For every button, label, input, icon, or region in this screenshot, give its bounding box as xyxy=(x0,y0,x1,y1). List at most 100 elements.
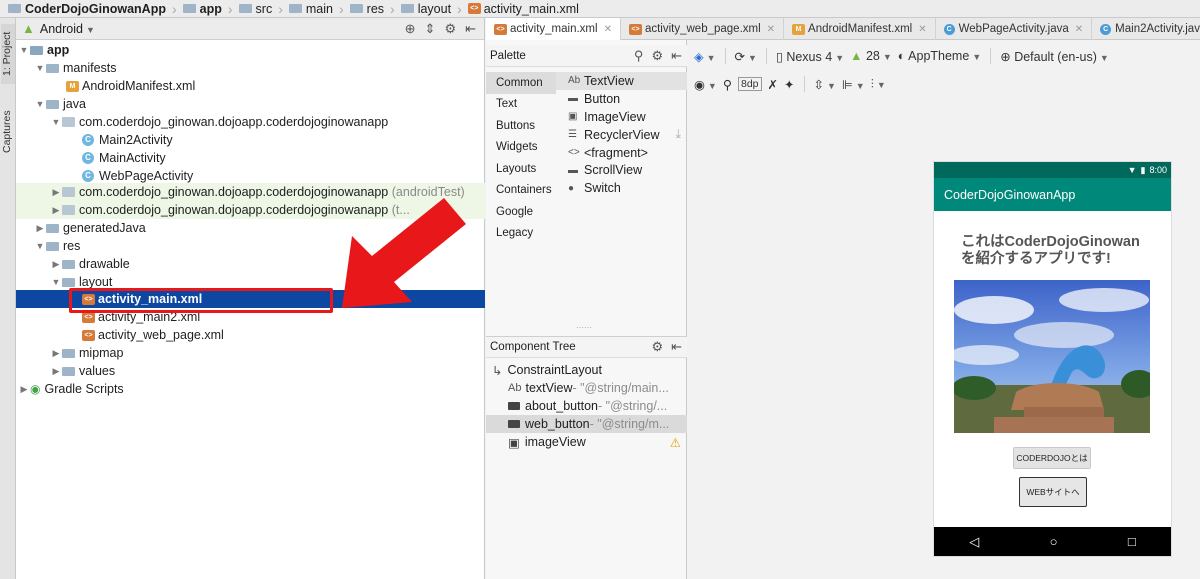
home-icon[interactable]: ○ xyxy=(1050,534,1058,549)
component-textview[interactable]: Ab textView - "@string/main... xyxy=(486,379,687,397)
hide-icon[interactable]: ⇤ xyxy=(671,339,682,355)
palette-category-google[interactable]: Google xyxy=(486,201,556,223)
close-icon[interactable]: ✕ xyxy=(918,24,926,35)
component-imageview[interactable]: ▣ imageView ⚠ xyxy=(486,433,687,451)
component-constraintlayout[interactable]: ↳ ConstraintLayout xyxy=(486,361,687,379)
project-tool-tab[interactable]: 1: Project xyxy=(1,24,15,84)
palette-category-legacy[interactable]: Legacy xyxy=(486,223,556,245)
infer-constraints-icon[interactable]: ✦ xyxy=(784,77,794,92)
pack-dropdown[interactable]: ⇳ ▼ xyxy=(814,77,836,92)
tree-item-gradle-scripts[interactable]: ▶ ◉ Gradle Scripts xyxy=(16,380,485,398)
device-dropdown[interactable]: ▯ Nexus 4 ▼ xyxy=(776,49,844,64)
breadcrumb-item-app[interactable]: app xyxy=(179,0,226,18)
locate-icon[interactable]: ⊕ xyxy=(405,21,416,37)
component-about-button[interactable]: about_button - "@string/... xyxy=(486,397,687,415)
api-dropdown[interactable]: ▲ 28 ▼ xyxy=(850,49,892,63)
tree-item-mipmap[interactable]: ▶ mipmap xyxy=(16,344,485,362)
tab-webpageactivity[interactable]: C WebPageActivity.java ✕ xyxy=(936,18,1093,40)
gear-icon[interactable]: ⚙ xyxy=(651,339,663,355)
palette-widget-switch[interactable]: ● Switch xyxy=(556,179,687,197)
web-button[interactable]: WEBサイトへ xyxy=(1019,477,1087,507)
back-icon[interactable]: ◁ xyxy=(969,534,979,550)
tree-item-app[interactable]: ▼ app xyxy=(16,41,485,59)
tree-item-manifest-file[interactable]: M AndroidManifest.xml xyxy=(16,77,485,95)
palette-category-widgets[interactable]: Widgets xyxy=(486,137,556,159)
palette-category-text[interactable]: Text xyxy=(486,94,556,116)
editor-tabs: <> activity_main.xml ✕ <> activity_web_page… xyxy=(486,18,1200,40)
gear-icon[interactable]: ⚙ xyxy=(444,21,456,37)
palette-widget-imageview[interactable]: ▣ ImageView xyxy=(556,108,687,126)
tab-main2activity[interactable]: CMain2Activity.java✕ xyxy=(1092,18,1200,40)
view-mode-dropdown[interactable]: Android ▼ xyxy=(40,22,95,36)
palette-widget-textview[interactable]: Ab TextView xyxy=(556,72,687,90)
tree-item-values[interactable]: ▶ values xyxy=(16,362,485,380)
tab-activity-web-page[interactable]: <> activity_web_page.xml ✕ xyxy=(621,18,785,40)
recents-icon[interactable]: □ xyxy=(1128,534,1136,549)
view-options-dropdown[interactable]: ◉ ▼ xyxy=(694,77,717,92)
guidelines-dropdown[interactable]: ⫶ ▼ xyxy=(871,77,886,92)
folder-icon xyxy=(46,63,59,73)
align-dropdown[interactable]: ⊫ ▼ xyxy=(842,77,865,92)
palette-widgets: Ab TextView ▬ Button ▣ ImageView ☰ RecyclerV… xyxy=(556,72,687,197)
device-preview[interactable]: ▼ ▮ 8:00 CoderDojoGinowanApp これはCoderDoj… xyxy=(934,162,1171,556)
palette-widget-button[interactable]: ▬ Button xyxy=(556,90,687,108)
collapsed-arrow-icon: ▶ xyxy=(52,204,60,215)
search-icon[interactable]: ⚲ xyxy=(634,48,644,64)
breadcrumb-item-res[interactable]: res xyxy=(346,0,388,18)
download-icon[interactable]: ⤓ xyxy=(675,127,681,142)
locale-dropdown[interactable]: ⊕ Default (en-us) ▼ xyxy=(1000,49,1109,64)
dropdown-arrow-icon: ▼ xyxy=(1099,52,1109,63)
gear-icon[interactable]: ⚙ xyxy=(651,48,663,64)
hide-icon[interactable]: ⇤ xyxy=(465,21,476,37)
orientation-dropdown[interactable]: ⟳ ▼ xyxy=(735,49,757,64)
chevron-right-icon: › xyxy=(171,0,177,17)
tree-item-manifests[interactable]: ▼ manifests xyxy=(16,59,485,77)
breadcrumb-item-layout[interactable]: layout xyxy=(397,0,455,18)
dropdown-arrow-icon: ▼ xyxy=(876,79,886,90)
expanded-arrow-icon: ▼ xyxy=(35,63,45,73)
palette-category-containers[interactable]: Containers xyxy=(486,180,556,202)
warning-icon[interactable]: ⚠ xyxy=(670,435,681,450)
breadcrumb-item-src[interactable]: src xyxy=(235,0,277,18)
class-icon: C xyxy=(82,134,94,146)
tree-item-activity-web-page[interactable]: <> activity_web_page.xml xyxy=(16,326,485,344)
breadcrumb-item-project[interactable]: CoderDojoGinowanApp xyxy=(4,0,170,18)
chevron-right-icon: › xyxy=(457,0,462,17)
palette-category-buttons[interactable]: Buttons xyxy=(486,115,556,137)
splitter-handle[interactable]: ⋯⋯ xyxy=(576,323,592,332)
palette-widget-fragment[interactable]: <> <fragment> xyxy=(556,144,687,162)
main-textview[interactable]: これはCoderDojoGinowanを紹介するアプリです! xyxy=(961,234,1151,268)
captures-tool-tab[interactable]: Captures xyxy=(1,102,15,162)
tab-activity-main[interactable]: <> activity_main.xml ✕ xyxy=(486,18,621,40)
folder-icon xyxy=(62,366,75,376)
palette-category-common[interactable]: Common xyxy=(486,72,556,94)
tree-item-java[interactable]: ▼ java xyxy=(16,95,485,113)
palette-widget-recyclerview[interactable]: ☰ RecyclerView ⤓ xyxy=(556,126,687,144)
close-icon[interactable]: ✕ xyxy=(1075,24,1083,35)
about-button[interactable]: CODERDOJOとは xyxy=(1013,447,1091,469)
hide-icon[interactable]: ⇤ xyxy=(671,48,682,64)
default-margin-field[interactable]: 8dp xyxy=(738,77,762,91)
chevron-right-icon: › xyxy=(390,0,395,17)
component-web-button[interactable]: web_button - "@string/m... xyxy=(486,415,687,433)
breadcrumb-item-file[interactable]: <> activity_main.xml xyxy=(464,0,583,18)
clear-constraints-icon[interactable]: ✗ xyxy=(768,77,778,92)
theme-dropdown[interactable]: ◐ AppTheme ▼ xyxy=(898,49,981,63)
folder-icon xyxy=(62,259,75,269)
autoconnect-icon[interactable]: ⚲ xyxy=(723,77,732,92)
breadcrumb-item-main[interactable]: main xyxy=(285,0,337,18)
dropdown-arrow-icon: ▼ xyxy=(748,52,757,63)
tree-item-main2activity[interactable]: C Main2Activity xyxy=(16,131,485,149)
preview-image[interactable] xyxy=(954,280,1150,433)
palette-widget-scrollview[interactable]: ▬ ScrollView xyxy=(556,161,687,179)
design-surface-dropdown[interactable]: ◈ ▼ xyxy=(694,49,716,64)
tree-item-mainactivity[interactable]: C MainActivity xyxy=(16,149,485,167)
xml-file-icon: <> xyxy=(494,23,507,35)
tab-android-manifest[interactable]: M AndroidManifest.xml ✕ xyxy=(784,18,936,40)
close-icon[interactable]: ✕ xyxy=(604,24,612,35)
palette-category-layouts[interactable]: Layouts xyxy=(486,158,556,180)
folder-icon xyxy=(349,4,363,13)
close-icon[interactable]: ✕ xyxy=(767,24,775,35)
collapse-icon[interactable]: ⇕ xyxy=(425,21,436,37)
tree-item-package-main[interactable]: ▼ com.coderdojo_ginowan.dojoapp.coderdojo… xyxy=(16,113,485,131)
